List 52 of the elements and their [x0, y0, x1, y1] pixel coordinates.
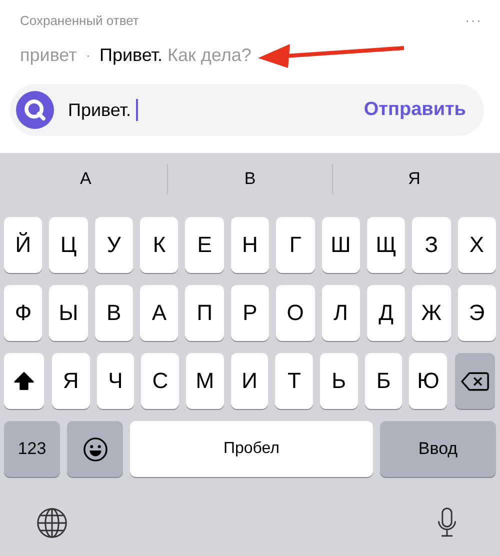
send-button[interactable]: Отправить [358, 95, 472, 125]
letter-key[interactable]: Э [458, 285, 496, 341]
section-title: Сохраненный ответ [20, 12, 139, 28]
letter-key[interactable]: П [185, 285, 224, 341]
microphone-icon[interactable] [436, 506, 458, 540]
saved-reply-link[interactable]: Привет. Как дела? [100, 44, 252, 66]
query-text: привет [20, 44, 77, 66]
letter-key[interactable]: К [140, 217, 178, 273]
emoji-key[interactable] [67, 421, 123, 477]
letter-key[interactable]: Т [275, 353, 314, 409]
letter-key[interactable]: Ц [49, 217, 88, 273]
prediction-item[interactable]: В [168, 169, 332, 189]
letter-key[interactable]: С [141, 353, 180, 409]
backspace-icon [461, 370, 490, 392]
return-key[interactable]: Ввод [380, 421, 496, 477]
prediction-item[interactable]: Я [332, 169, 496, 189]
letter-key[interactable]: О [276, 285, 315, 341]
letter-key[interactable]: Б [364, 353, 402, 409]
shift-key[interactable] [4, 353, 44, 409]
prediction-item[interactable]: А [4, 169, 168, 189]
letter-key[interactable]: Ы [49, 285, 88, 341]
backspace-key[interactable] [455, 353, 496, 409]
letter-key[interactable]: Ф [4, 285, 42, 341]
shift-icon [13, 370, 35, 392]
message-field[interactable]: Привет. Отправить [10, 84, 484, 136]
letter-key[interactable]: Й [4, 217, 42, 273]
letter-key[interactable]: Е [185, 217, 224, 273]
letter-key[interactable]: Ж [412, 285, 451, 341]
letter-key[interactable]: Ш [322, 217, 360, 273]
letter-key[interactable]: Щ [366, 217, 406, 273]
letter-key[interactable]: У [94, 217, 134, 273]
letter-key[interactable]: Х [458, 217, 496, 273]
search-icon [16, 91, 54, 129]
numbers-key[interactable]: 123 [4, 421, 60, 477]
letter-key[interactable]: З [412, 217, 451, 273]
letter-key[interactable]: И [230, 353, 268, 409]
letter-key[interactable]: Л [322, 285, 360, 341]
letter-key[interactable]: В [94, 285, 134, 341]
smiley-icon [82, 436, 108, 462]
letter-key[interactable]: Я [52, 353, 90, 409]
letter-key[interactable]: Ю [409, 353, 448, 409]
letter-key[interactable]: Ь [320, 353, 358, 409]
letter-key[interactable]: М [186, 353, 224, 409]
separator-dot: · [86, 47, 91, 63]
letter-key[interactable]: Г [276, 217, 315, 273]
letter-key[interactable]: Н [230, 217, 270, 273]
space-bar[interactable]: Пробел [130, 421, 373, 477]
letter-key[interactable]: А [140, 285, 178, 341]
letter-key[interactable]: Ч [96, 353, 134, 409]
globe-icon[interactable] [36, 506, 68, 538]
letter-key[interactable]: Р [230, 285, 270, 341]
letter-key[interactable]: Д [366, 285, 406, 341]
